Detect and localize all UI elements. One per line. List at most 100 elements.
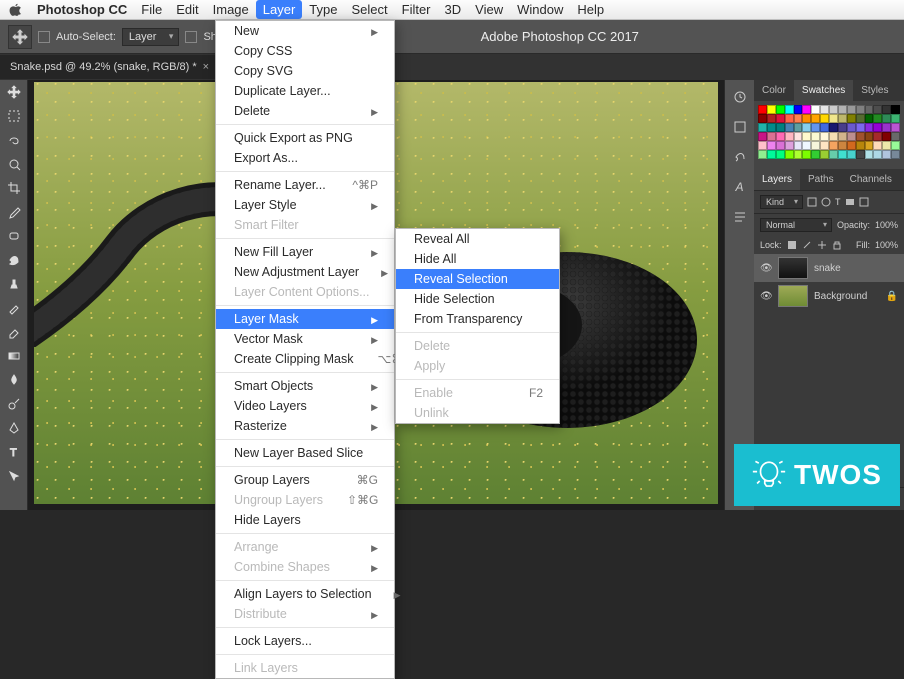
swatch[interactable] [865, 132, 874, 141]
swatch[interactable] [856, 105, 865, 114]
menu-item-new-layer-based-slice[interactable]: New Layer Based Slice [216, 443, 394, 463]
swatch[interactable] [891, 150, 900, 159]
menu-item-hide-selection[interactable]: Hide Selection [396, 289, 559, 309]
tab-styles[interactable]: Styles [853, 80, 896, 101]
visibility-icon[interactable]: 👁 [760, 291, 772, 302]
fill-value[interactable]: 100% [875, 240, 898, 250]
swatch[interactable] [758, 141, 767, 150]
swatch[interactable] [829, 114, 838, 123]
swatch[interactable] [767, 141, 776, 150]
swatch[interactable] [776, 150, 785, 159]
swatch[interactable] [873, 150, 882, 159]
blur-tool[interactable] [0, 368, 28, 392]
auto-select-checkbox[interactable] [38, 31, 50, 43]
filter-shape-icon[interactable] [845, 197, 855, 207]
menu-filter[interactable]: Filter [395, 0, 438, 19]
menu-item-copy-css[interactable]: Copy CSS [216, 41, 394, 61]
swatch[interactable] [767, 105, 776, 114]
menu-window[interactable]: Window [510, 0, 570, 19]
layer-kind-filter[interactable]: Kind [760, 195, 803, 209]
paragraph-panel-icon[interactable] [729, 206, 751, 228]
marquee-tool[interactable] [0, 104, 28, 128]
lock-position-icon[interactable] [817, 240, 827, 250]
auto-select-dropdown[interactable]: Layer [122, 28, 180, 46]
swatch[interactable] [873, 114, 882, 123]
tab-channels[interactable]: Channels [842, 169, 900, 190]
menu-item-new[interactable]: New [216, 21, 394, 41]
swatch[interactable] [829, 105, 838, 114]
brushes-panel-icon[interactable] [729, 146, 751, 168]
swatch[interactable] [758, 150, 767, 159]
lock-all-icon[interactable] [832, 240, 842, 250]
swatch[interactable] [820, 132, 829, 141]
filter-image-icon[interactable] [807, 197, 817, 207]
swatch[interactable] [820, 150, 829, 159]
menu-item-copy-svg[interactable]: Copy SVG [216, 61, 394, 81]
swatch[interactable] [891, 132, 900, 141]
stamp-tool[interactable] [0, 272, 28, 296]
filter-smart-icon[interactable] [859, 197, 869, 207]
crop-tool[interactable] [0, 176, 28, 200]
swatch[interactable] [856, 114, 865, 123]
swatch[interactable] [785, 150, 794, 159]
brush-tool[interactable] [0, 248, 28, 272]
swatch[interactable] [794, 141, 803, 150]
menu-3d[interactable]: 3D [438, 0, 469, 19]
swatch[interactable] [865, 105, 874, 114]
swatch[interactable] [776, 132, 785, 141]
swatch[interactable] [865, 141, 874, 150]
close-tab-icon[interactable]: × [203, 61, 209, 73]
menu-item-smart-objects[interactable]: Smart Objects [216, 376, 394, 396]
swatch[interactable] [865, 114, 874, 123]
swatch[interactable] [891, 141, 900, 150]
menu-item-vector-mask[interactable]: Vector Mask [216, 329, 394, 349]
menu-item-align-layers-to-selection[interactable]: Align Layers to Selection [216, 584, 394, 604]
swatch[interactable] [838, 141, 847, 150]
menu-item-hide-all[interactable]: Hide All [396, 249, 559, 269]
swatch[interactable] [829, 150, 838, 159]
swatch[interactable] [767, 114, 776, 123]
swatch[interactable] [794, 105, 803, 114]
menu-item-new-fill-layer[interactable]: New Fill Layer [216, 242, 394, 262]
quick-select-tool[interactable] [0, 152, 28, 176]
swatch[interactable] [838, 123, 847, 132]
swatch[interactable] [891, 123, 900, 132]
swatch[interactable] [838, 114, 847, 123]
lock-transparent-icon[interactable] [787, 240, 797, 250]
swatch[interactable] [776, 114, 785, 123]
swatch[interactable] [811, 114, 820, 123]
history-brush-tool[interactable] [0, 296, 28, 320]
document-tab[interactable]: Snake.psd @ 49.2% (snake, RGB/8) * × [0, 55, 219, 79]
layer-row-snake[interactable]: 👁 snake [754, 254, 904, 282]
show-transform-checkbox[interactable] [185, 31, 197, 43]
swatch[interactable] [802, 123, 811, 132]
swatch[interactable] [802, 150, 811, 159]
swatch[interactable] [865, 123, 874, 132]
swatch[interactable] [802, 132, 811, 141]
swatch[interactable] [785, 141, 794, 150]
swatch[interactable] [829, 141, 838, 150]
opacity-value[interactable]: 100% [875, 220, 898, 230]
move-tool-icon[interactable] [8, 25, 32, 49]
swatch[interactable] [873, 123, 882, 132]
menu-item-from-transparency[interactable]: From Transparency [396, 309, 559, 329]
menu-layer[interactable]: Layer [256, 0, 303, 19]
visibility-icon[interactable]: 👁 [760, 263, 772, 274]
swatch[interactable] [820, 123, 829, 132]
menu-item-rename-layer[interactable]: Rename Layer...^⌘P [216, 175, 394, 195]
swatch[interactable] [829, 123, 838, 132]
app-name[interactable]: Photoshop CC [30, 0, 134, 19]
layer-row-background[interactable]: 👁 Background 🔒 [754, 282, 904, 310]
swatch[interactable] [847, 141, 856, 150]
swatch[interactable] [820, 105, 829, 114]
menu-item-create-clipping-mask[interactable]: Create Clipping Mask⌥⌘G [216, 349, 394, 369]
gradient-tool[interactable] [0, 344, 28, 368]
dodge-tool[interactable] [0, 392, 28, 416]
swatch[interactable] [811, 141, 820, 150]
menu-help[interactable]: Help [570, 0, 611, 19]
menu-item-video-layers[interactable]: Video Layers [216, 396, 394, 416]
swatch[interactable] [882, 114, 891, 123]
eraser-tool[interactable] [0, 320, 28, 344]
menu-select[interactable]: Select [344, 0, 394, 19]
swatch[interactable] [802, 114, 811, 123]
